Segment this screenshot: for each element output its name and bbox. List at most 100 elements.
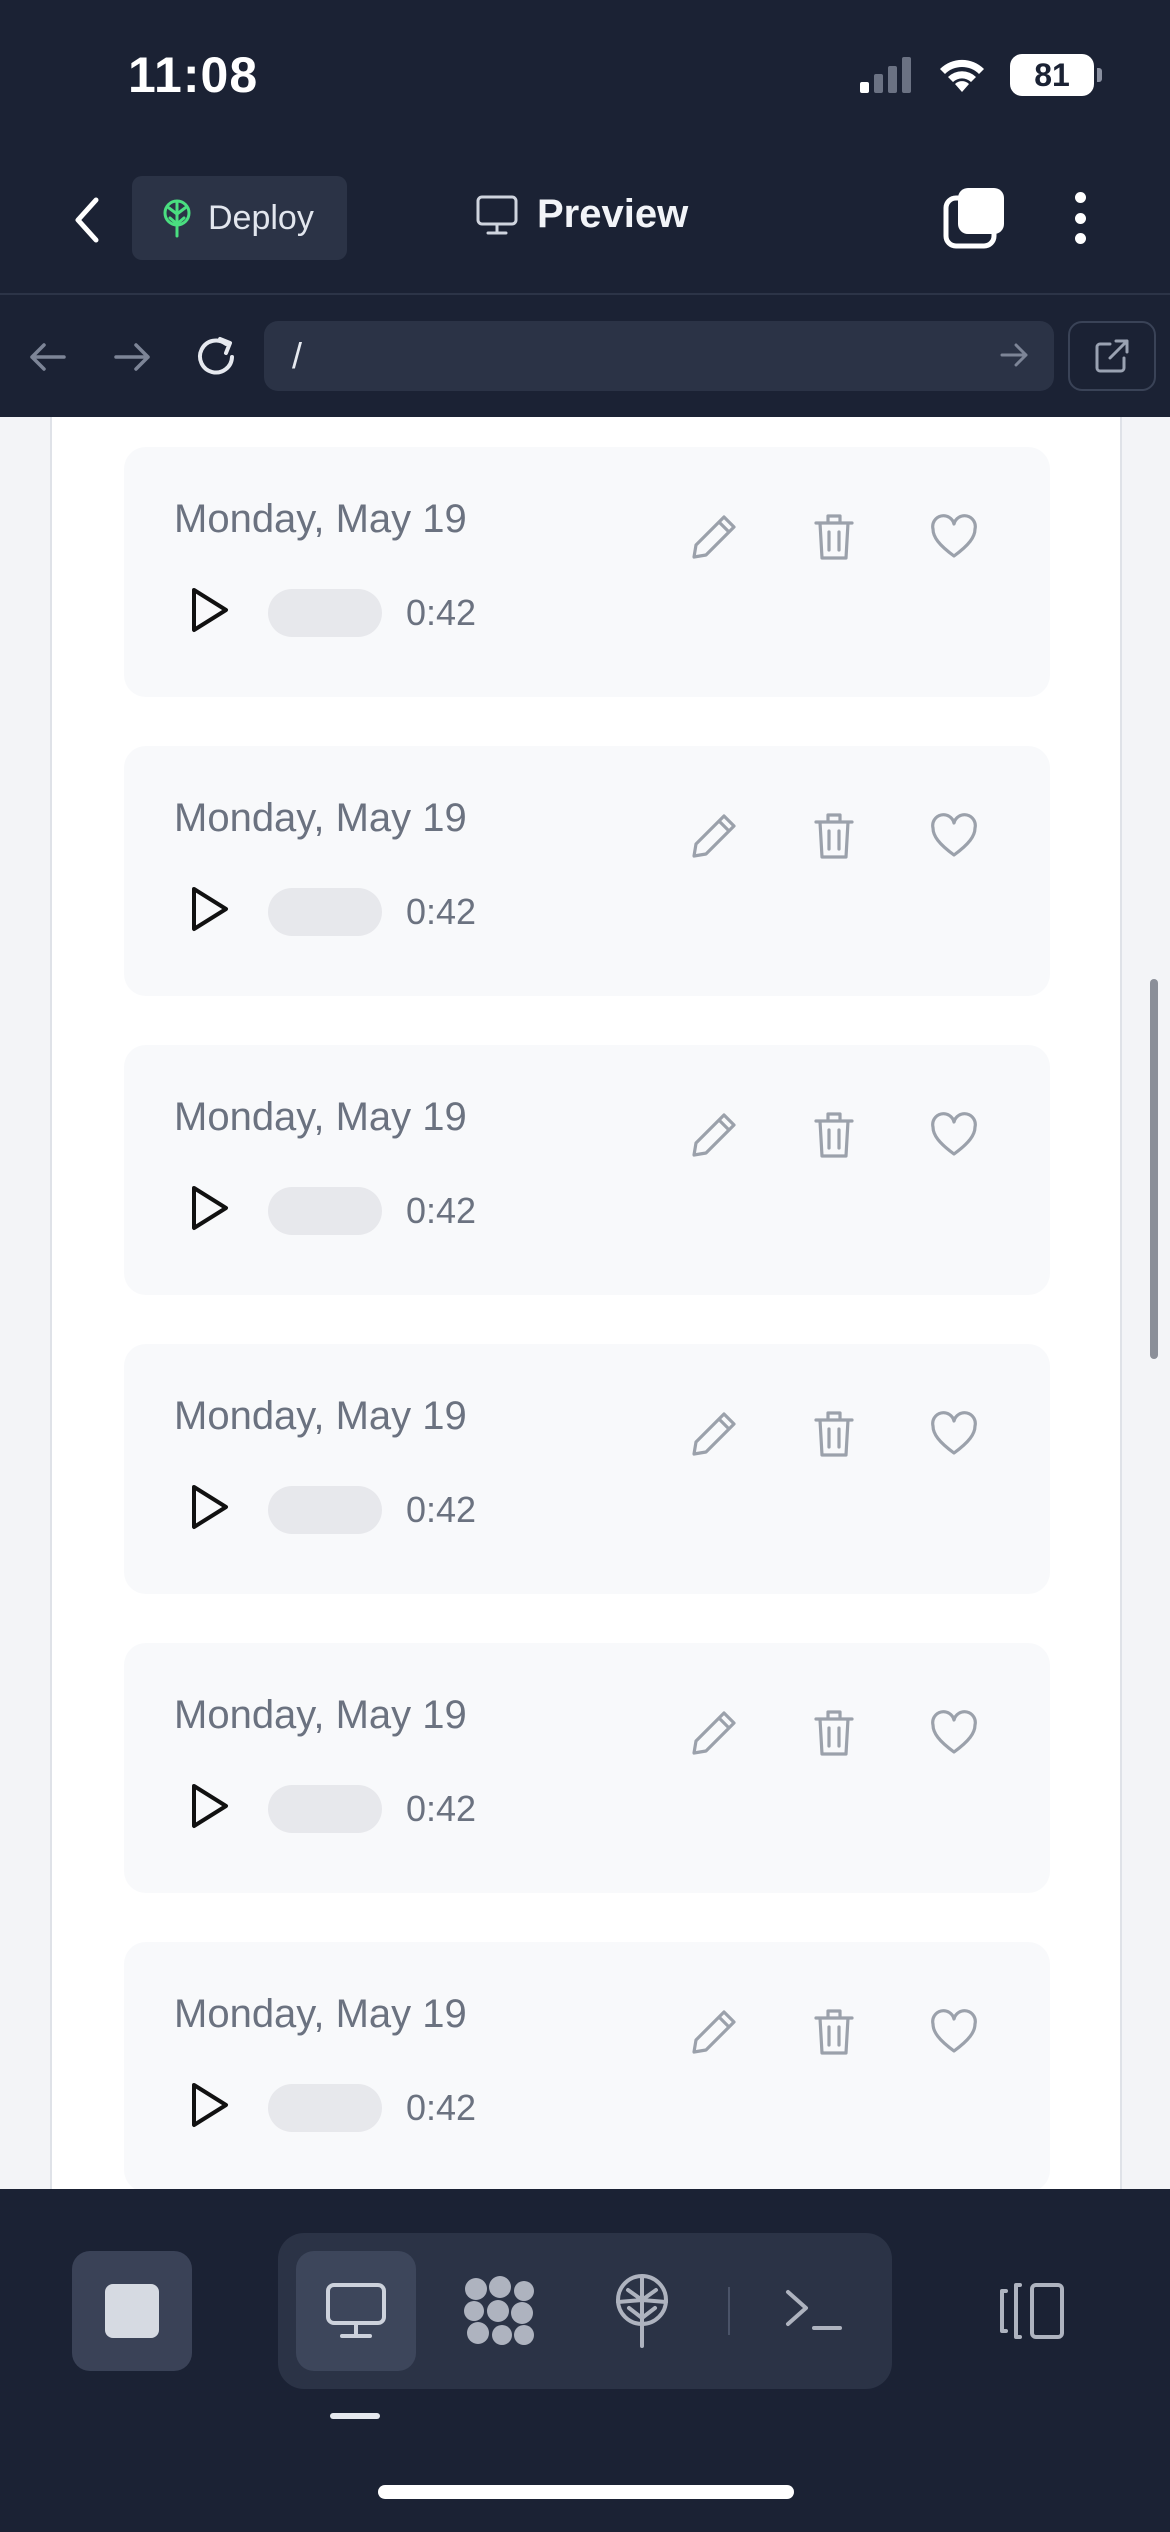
recording-date: Monday, May 19 — [174, 796, 467, 840]
scrollbar[interactable] — [1150, 979, 1158, 1359]
delete-button[interactable] — [804, 2002, 864, 2062]
device-toggle-button[interactable] — [996, 2251, 1068, 2371]
go-arrow-icon[interactable] — [994, 335, 1034, 375]
terminal-icon — [786, 2290, 842, 2330]
active-tool-indicator — [330, 2413, 380, 2419]
battery-indicator: 81 — [1010, 54, 1102, 96]
trash-icon — [814, 2009, 854, 2055]
chevron-left-icon — [75, 197, 99, 243]
delete-button[interactable] — [804, 1703, 864, 1763]
favorite-button[interactable] — [924, 1703, 984, 1763]
more-vertical-icon[interactable] — [1060, 186, 1100, 250]
recording-date: Monday, May 19 — [174, 1394, 467, 1438]
top-nav: Deploy Preview — [0, 150, 1170, 295]
arrow-left-icon — [30, 343, 66, 371]
recording-duration: 0:42 — [406, 1788, 477, 1829]
browser-forward-button[interactable] — [102, 327, 162, 387]
recording-duration: 0:42 — [406, 2087, 477, 2128]
play-icon[interactable] — [186, 884, 232, 934]
toolbar-divider — [728, 2287, 730, 2335]
pencil-icon — [692, 1113, 736, 1157]
trash-icon — [814, 1112, 854, 1158]
delete-button[interactable] — [804, 1404, 864, 1464]
page-title: Preview — [537, 192, 689, 236]
trash-icon — [814, 813, 854, 859]
cellular-signal-icon — [860, 57, 911, 93]
pencil-icon — [692, 814, 736, 858]
pencil-icon — [692, 2010, 736, 2054]
pencil-icon — [692, 515, 736, 559]
deploy-tree-icon — [616, 2274, 668, 2348]
trash-icon — [814, 514, 854, 560]
heart-icon — [931, 1411, 977, 1455]
recording-card: Monday, May 19 0:42 — [124, 1942, 1050, 2189]
play-icon[interactable] — [186, 1183, 232, 1233]
wifi-icon — [940, 59, 984, 92]
stop-icon — [105, 2284, 159, 2338]
tool-terminal[interactable] — [754, 2251, 874, 2371]
heart-icon — [931, 813, 977, 857]
favorite-button[interactable] — [924, 2002, 984, 2062]
trash-icon — [814, 1411, 854, 1457]
edit-button[interactable] — [684, 507, 744, 567]
recording-date: Monday, May 19 — [174, 1693, 467, 1737]
reload-button[interactable] — [186, 327, 246, 387]
external-link-icon — [1095, 339, 1129, 373]
device-layout-icon — [1000, 2283, 1064, 2339]
favorite-button[interactable] — [924, 1404, 984, 1464]
back-button[interactable] — [62, 190, 112, 250]
recording-duration: 0:42 — [406, 592, 477, 633]
edit-button[interactable] — [684, 806, 744, 866]
pencil-icon — [692, 1711, 736, 1755]
waveform-placeholder — [268, 888, 382, 936]
preview-content: Monday, May 19 0:42 Monday, May 19 0:42 — [0, 417, 1170, 2189]
recording-card: Monday, May 19 0:42 — [124, 1643, 1050, 1893]
home-indicator — [378, 2485, 794, 2499]
recordings-panel: Monday, May 19 0:42 Monday, May 19 0:42 — [50, 417, 1122, 2189]
delete-button[interactable] — [804, 507, 864, 567]
recording-card: Monday, May 19 0:42 — [124, 1045, 1050, 1295]
open-external-button[interactable] — [1068, 321, 1156, 391]
status-icons: 81 — [858, 54, 1102, 96]
recording-card: Monday, May 19 0:42 — [124, 746, 1050, 996]
browser-back-button[interactable] — [18, 327, 78, 387]
tabs-icon[interactable] — [942, 186, 1006, 250]
arrow-right-icon — [114, 343, 150, 371]
url-row: / — [0, 297, 1170, 417]
deploy-button[interactable]: Deploy — [132, 176, 347, 260]
edit-button[interactable] — [684, 1404, 744, 1464]
recording-duration: 0:42 — [406, 1489, 477, 1530]
favorite-button[interactable] — [924, 806, 984, 866]
deploy-tree-icon — [163, 199, 191, 238]
edit-button[interactable] — [684, 2002, 744, 2062]
pencil-icon — [692, 1412, 736, 1456]
play-icon[interactable] — [186, 1482, 232, 1532]
recording-date: Monday, May 19 — [174, 497, 467, 541]
favorite-button[interactable] — [924, 1105, 984, 1165]
play-icon[interactable] — [186, 585, 232, 635]
url-input[interactable]: / — [264, 321, 1054, 391]
tool-preview[interactable] — [296, 2251, 416, 2371]
delete-button[interactable] — [804, 806, 864, 866]
reload-icon — [198, 337, 234, 375]
favorite-button[interactable] — [924, 507, 984, 567]
tool-deploy[interactable] — [582, 2251, 702, 2371]
bottom-toolbar — [0, 2189, 1170, 2532]
waveform-placeholder — [268, 1785, 382, 1833]
recording-date: Monday, May 19 — [174, 1095, 467, 1139]
delete-button[interactable] — [804, 1105, 864, 1165]
blocks-icon — [464, 2276, 534, 2345]
recording-card: Monday, May 19 0:42 — [124, 1344, 1050, 1594]
trash-icon — [814, 1710, 854, 1756]
edit-button[interactable] — [684, 1703, 744, 1763]
stop-button[interactable] — [72, 2251, 192, 2371]
waveform-placeholder — [268, 1187, 382, 1235]
tool-blocks[interactable] — [440, 2251, 560, 2371]
waveform-placeholder — [268, 589, 382, 637]
status-time: 11:08 — [128, 47, 259, 103]
heart-icon — [931, 514, 977, 558]
edit-button[interactable] — [684, 1105, 744, 1165]
preview-title: Preview — [475, 192, 688, 237]
play-icon[interactable] — [186, 2080, 232, 2130]
play-icon[interactable] — [186, 1781, 232, 1831]
